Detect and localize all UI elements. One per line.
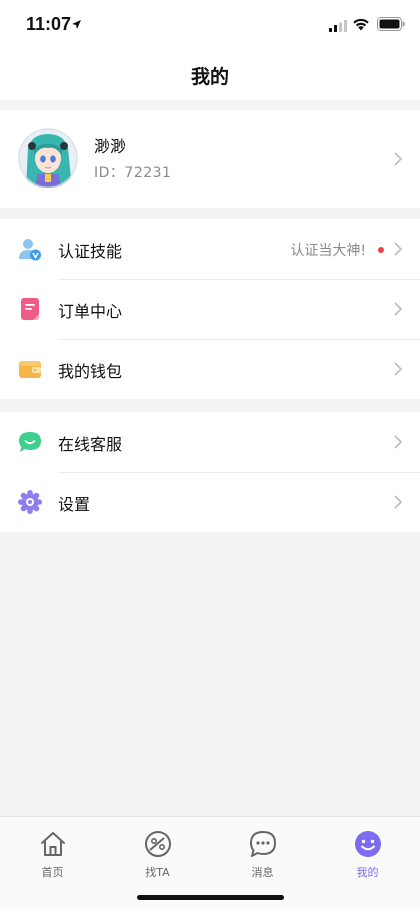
tab-label: 首页 — [41, 866, 64, 879]
chevron-right-icon — [394, 152, 402, 166]
menu-item-wallet[interactable]: 我的钱包 — [0, 339, 420, 399]
home-icon — [41, 832, 65, 856]
menu-label: 认证技能 — [58, 242, 123, 261]
profile-screen: 11:07 我的 渺渺 ID：72231 认证技能 认证当大神! 订单中心 我的… — [0, 0, 420, 909]
tab-label: 我的 — [356, 866, 379, 879]
order-icon — [21, 298, 39, 320]
customer-service-icon — [19, 432, 41, 452]
tab-mine[interactable]: 我的 — [315, 817, 420, 887]
home-indicator — [137, 895, 284, 900]
page-title: 我的 — [190, 66, 229, 88]
chevron-right-icon — [394, 362, 402, 376]
menu-item-settings[interactable]: 设置 — [0, 472, 420, 532]
settings-icon — [18, 490, 42, 514]
menu-label: 我的钱包 — [58, 362, 123, 381]
tab-find[interactable]: 找TA — [105, 817, 210, 887]
menu-item-order-center[interactable]: 订单中心 — [0, 279, 420, 339]
avatar[interactable] — [18, 128, 78, 188]
tab-label: 找TA — [145, 866, 170, 879]
tab-home[interactable]: 首页 — [0, 817, 105, 887]
chevron-right-icon — [394, 435, 402, 449]
menu-label: 订单中心 — [58, 302, 123, 321]
planet-icon — [145, 831, 171, 857]
verify-promo-text: 认证当大神! — [290, 243, 366, 259]
menu-label: 设置 — [58, 495, 91, 514]
menu-label: 在线客服 — [58, 435, 123, 454]
cellular-signal-icon — [329, 20, 347, 32]
verify-skill-icon — [19, 239, 41, 261]
menu-item-customer-service[interactable]: 在线客服 — [0, 412, 420, 472]
profile-card[interactable]: 渺渺 ID：72231 — [0, 110, 420, 208]
chevron-right-icon — [394, 242, 402, 256]
tab-messages[interactable]: 消息 — [210, 817, 315, 887]
smiley-icon — [355, 831, 381, 857]
tab-label: 消息 — [251, 866, 274, 879]
wallet-icon — [19, 361, 41, 378]
location-arrow-icon — [72, 20, 81, 29]
chevron-right-icon — [394, 495, 402, 509]
message-icon — [250, 831, 276, 857]
profile-name: 渺渺 — [94, 137, 127, 156]
profile-id: ID：72231 — [94, 165, 172, 181]
menu-group-account: 认证技能 认证当大神! 订单中心 我的钱包 — [0, 219, 420, 399]
menu-group-support: 在线客服 设置 — [0, 412, 420, 532]
chevron-right-icon — [394, 302, 402, 316]
status-bar: 11:07 — [0, 0, 420, 50]
battery-icon — [377, 17, 405, 31]
status-time: 11:07 — [26, 14, 72, 34]
menu-item-verify-skill[interactable]: 认证技能 认证当大神! — [0, 219, 420, 279]
notice-dot — [378, 247, 384, 253]
avatar-image — [18, 128, 78, 188]
wifi-icon — [353, 18, 369, 31]
nav-bar: 我的 — [0, 50, 420, 100]
